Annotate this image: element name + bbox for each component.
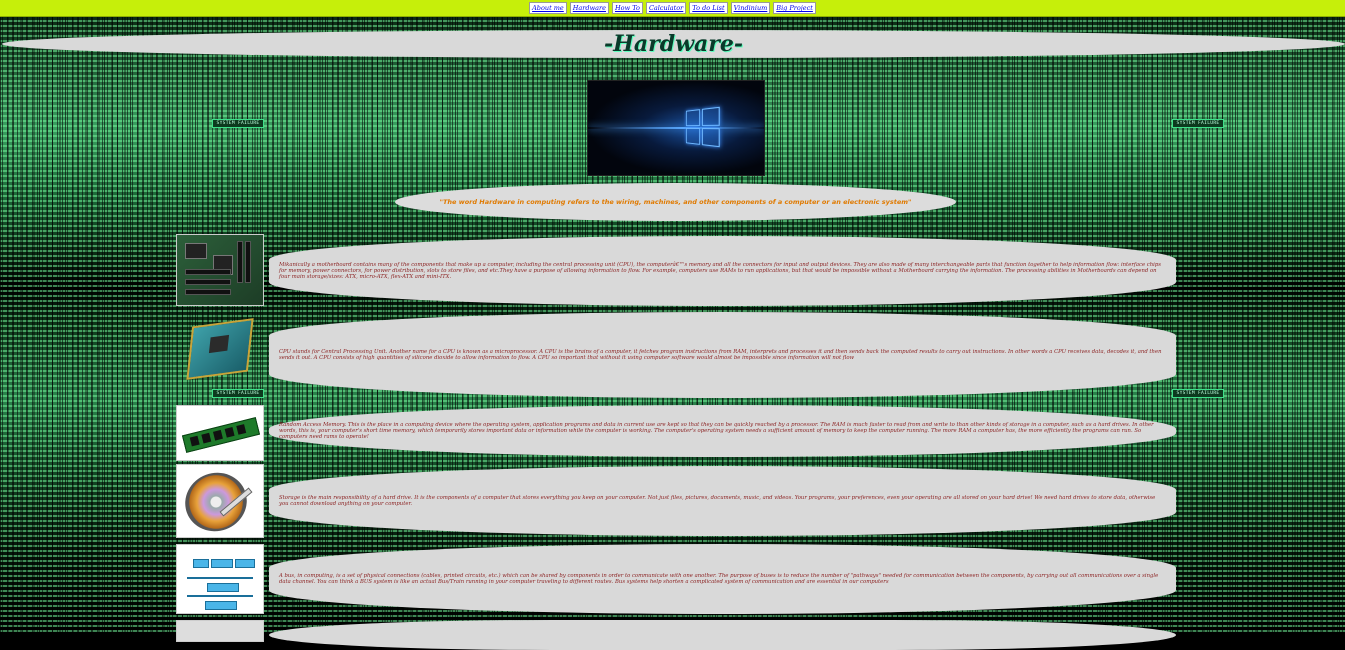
page-title: -Hardware- (603, 31, 744, 57)
top-navigation: About me Hardware How To Calculator To d… (0, 0, 1345, 17)
next-section-image (176, 620, 264, 642)
hard-drive-image (176, 464, 264, 538)
hard-drive-description-box: Storage is the main responsibility of a … (269, 466, 1176, 536)
windows-logo-icon (685, 106, 720, 148)
nav-link-vindinium[interactable]: Vindinium (730, 2, 771, 14)
nav-link-big-project[interactable]: Big Project (773, 2, 816, 14)
bus-description: A bus, in computing, is a set of physica… (279, 573, 1159, 585)
nav-link-calculator[interactable]: Calculator (645, 2, 687, 14)
motherboard-description-box: Mikanically a motherboard contains many … (269, 236, 1176, 306)
light-beam (588, 127, 764, 129)
nav-link-how-to[interactable]: How To (611, 2, 643, 14)
definition-quote: "The word Hardware in computing refers t… (439, 198, 912, 206)
ram-description: Random Access Memory. This is the place … (279, 422, 1154, 440)
system-failure-badge: SYSTEM FAILURE (1172, 389, 1224, 398)
hard-drive-description: Storage is the main responsibility of a … (279, 495, 1156, 507)
cpu-description: CPU stands for Central Processing Unit. … (279, 349, 1162, 361)
ram-image (176, 405, 264, 461)
bus-diagram-image (176, 544, 264, 614)
bus-description-box: A bus, in computing, is a set of physica… (269, 544, 1176, 614)
system-failure-badge: SYSTEM FAILURE (212, 119, 264, 128)
motherboard-description: Mikanically a motherboard contains many … (279, 262, 1161, 280)
motherboard-image (176, 234, 264, 306)
next-section-box (269, 620, 1176, 650)
definition-quote-box: "The word Hardware in computing refers t… (395, 183, 956, 221)
nav-link-to-do-list[interactable]: To do List (689, 2, 728, 14)
cpu-image (176, 312, 262, 390)
windows-hero-image (587, 80, 765, 176)
cpu-description-box: CPU stands for Central Processing Unit. … (269, 312, 1176, 398)
nav-link-about-me[interactable]: About me (529, 2, 567, 14)
system-failure-badge: SYSTEM FAILURE (212, 389, 264, 398)
system-failure-badge: SYSTEM FAILURE (1172, 119, 1224, 128)
ram-description-box: Random Access Memory. This is the place … (269, 405, 1176, 457)
title-banner: -Hardware- (2, 30, 1345, 58)
nav-link-hardware[interactable]: Hardware (569, 2, 609, 14)
